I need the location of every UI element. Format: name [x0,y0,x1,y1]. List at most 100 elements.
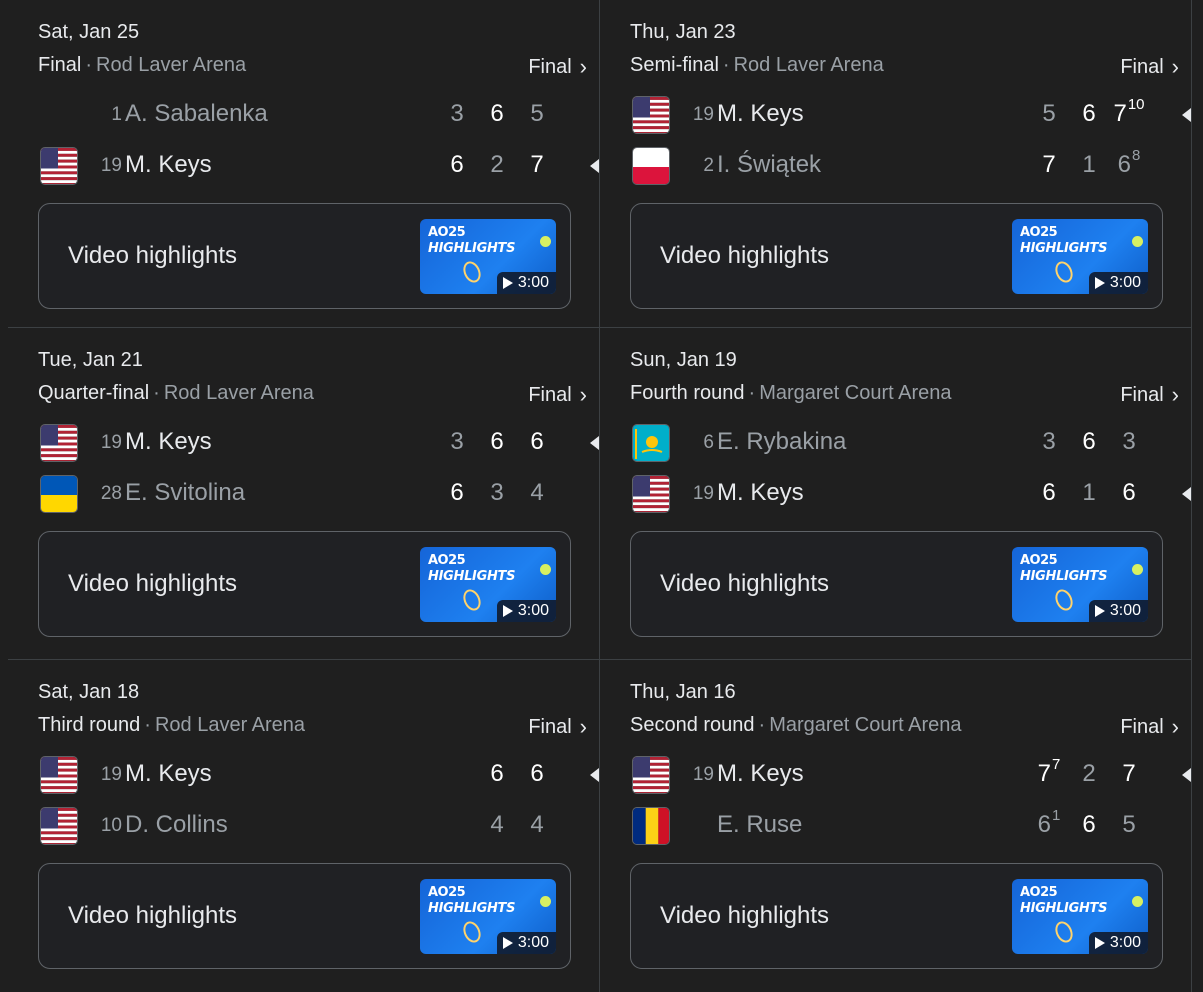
tennis-ball-icon [540,236,551,247]
winner-indicator-icon [590,159,599,173]
match-card[interactable]: Sat, Jan 25 Final · Rod Laver Arena Final … [8,0,600,328]
set-scores: 366 [437,428,557,456]
video-highlights-card[interactable]: Video highlights AO25 HIGHLIGHTS 3:00 [630,531,1163,637]
match-grid: Sat, Jan 25 Final · Rod Laver Arena Final … [8,0,1192,992]
racket-icon [460,586,484,614]
match-status: Final [1120,715,1164,738]
duration-text: 3:00 [517,602,549,619]
player-seed: 19 [100,432,122,453]
player-name: M. Keys [717,760,804,787]
match-status-link[interactable]: Final › [528,54,587,80]
video-thumbnail[interactable]: AO25 HIGHLIGHTS 3:00 [420,547,556,622]
video-highlights-label: Video highlights [660,242,830,269]
match-date: Sat, Jan 18 [38,681,140,703]
video-highlights-card[interactable]: Video highlights AO25 HIGHLIGHTS 3:00 [38,203,571,309]
match-status: Final [528,715,572,738]
ao-logo: AO25 [428,885,466,900]
video-highlights-card[interactable]: Video highlights AO25 HIGHLIGHTS 3:00 [630,203,1163,309]
match-status-link[interactable]: Final › [1120,714,1179,740]
set-scores: 7 1 68 [1029,147,1149,179]
match-venue: Margaret Court Arena [769,714,962,736]
match-card[interactable]: Sun, Jan 19 Fourth round · Margaret Court … [600,328,1192,660]
video-thumbnail[interactable]: AO25 HIGHLIGHTS 3:00 [1012,219,1148,294]
racket-icon [1052,586,1076,614]
player-seed: 19 [692,764,714,785]
match-card[interactable]: Thu, Jan 16 Second round · Margaret Court … [600,660,1192,992]
player-row: 6 E. Rybakina 363 [630,423,1191,463]
video-thumbnail[interactable]: AO25 HIGHLIGHTS 3:00 [1012,547,1148,622]
usa-flag-icon [632,96,670,134]
set-score: 77 [1037,756,1061,787]
usa-flag-icon [40,147,78,185]
play-icon [1094,937,1105,949]
duration-text: 3:00 [517,934,549,951]
player-seed: 6 [703,432,714,453]
winner-indicator-icon [1182,768,1191,782]
set-scores: 44 [477,811,557,839]
match-card[interactable]: Thu, Jan 23 Semi-final · Rod Laver Arena F… [600,0,1192,328]
chevron-right-icon: › [1171,714,1179,739]
player-row: 19 M. Keys 616 [630,474,1191,514]
video-thumbnail[interactable]: AO25 HIGHLIGHTS 3:00 [420,219,556,294]
player-name: E. Rybakina [717,428,847,455]
set-score: 3 [1122,428,1136,455]
video-highlights-label: Video highlights [660,570,830,597]
video-highlights-card[interactable]: Video highlights AO25 HIGHLIGHTS 3:00 [38,863,571,969]
round-venue: Fourth round · Margaret Court Arena [630,382,952,405]
tiebreak-score: 8 [1132,147,1141,164]
set-scores: 627 [437,151,557,179]
ao-logo: AO25 [428,553,466,568]
separator: · [85,54,93,76]
match-date: Sun, Jan 19 [630,349,737,371]
set-score: 7 [1122,760,1136,787]
video-highlights-card[interactable]: Video highlights AO25 HIGHLIGHTS 3:00 [38,531,571,637]
player-row: 1 A. Sabalenka 365 [38,95,599,135]
separator: · [722,54,730,76]
thumbnail-title: HIGHLIGHTS [428,901,516,916]
thumbnail-title: HIGHLIGHTS [1020,569,1108,584]
match-status-link[interactable]: Final › [1120,54,1179,80]
player-seed: 10 [100,815,122,836]
match-status-link[interactable]: Final › [528,382,587,408]
ukraine-flag-icon [40,475,78,513]
thumbnail-title: HIGHLIGHTS [1020,241,1108,256]
play-icon [1094,277,1105,289]
romania-flag-icon [632,807,670,845]
player-row: 19 M. Keys 77 2 7 [630,755,1191,795]
video-thumbnail[interactable]: AO25 HIGHLIGHTS 3:00 [1012,879,1148,954]
player-row: 10 D. Collins 44 [38,806,599,846]
set-scores: 61 6 5 [1029,807,1149,839]
video-thumbnail[interactable]: AO25 HIGHLIGHTS 3:00 [420,879,556,954]
player-name: M. Keys [717,100,804,127]
match-card[interactable]: Sat, Jan 18 Third round · Rod Laver Arena … [8,660,600,992]
chevron-right-icon: › [579,382,587,407]
match-status-link[interactable]: Final › [1120,382,1179,408]
video-highlights-card[interactable]: Video highlights AO25 HIGHLIGHTS 3:00 [630,863,1163,969]
winner-indicator-icon [1182,108,1191,122]
tiebreak-score: 10 [1127,96,1145,113]
set-score: 6 [1082,100,1096,127]
separator: · [758,714,766,736]
usa-flag-icon [40,756,78,794]
play-icon [1094,605,1105,617]
tiebreak-score: 7 [1052,756,1061,773]
set-score: 6 [450,151,464,178]
player-row: 19 M. Keys 627 [38,146,599,186]
match-round: Second round [630,714,755,736]
player-seed: 19 [692,104,714,125]
racket-icon [1052,258,1076,286]
player-row: E. Ruse 61 6 5 [630,806,1191,846]
set-score: 4 [490,811,504,838]
chevron-right-icon: › [579,54,587,79]
match-date: Sat, Jan 25 [38,21,140,43]
video-highlights-label: Video highlights [660,902,830,929]
set-score: 61 [1037,807,1061,838]
set-score: 6 [1082,428,1096,455]
tennis-ball-icon [1132,236,1143,247]
set-scores: 634 [437,479,557,507]
match-status-link[interactable]: Final › [528,714,587,740]
set-score: 6 [450,479,464,506]
match-round: Fourth round [630,382,745,404]
ao-logo: AO25 [428,225,466,240]
match-card[interactable]: Tue, Jan 21 Quarter-final · Rod Laver Aren… [8,328,600,660]
